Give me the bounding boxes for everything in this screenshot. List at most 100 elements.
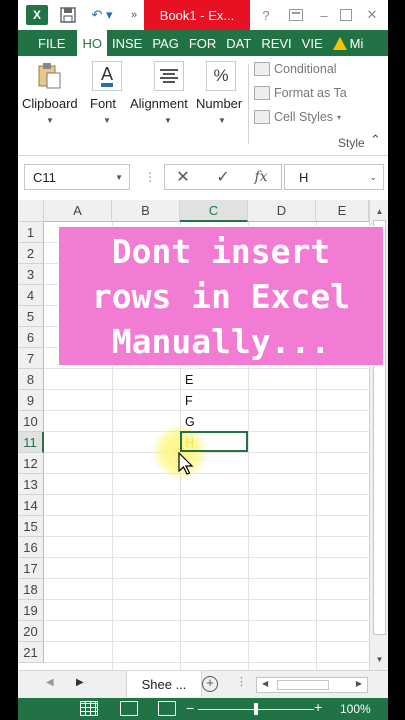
column-header-d[interactable]: D <box>248 200 316 222</box>
normal-view-icon[interactable] <box>80 701 98 716</box>
mouse-pointer-icon <box>178 451 194 481</box>
number-label: Number <box>196 96 243 111</box>
scroll-left-icon[interactable]: ◀ <box>262 679 268 688</box>
row-header-14[interactable]: 14 <box>18 495 44 516</box>
row-header-21[interactable]: 21 <box>18 642 44 663</box>
new-sheet-icon[interactable]: + <box>202 676 218 692</box>
horizontal-scrollbar[interactable]: ◀ ▶ <box>256 677 368 693</box>
column-header-b[interactable]: B <box>112 200 180 222</box>
clipboard-dropdown-icon: ▼ <box>46 116 54 125</box>
name-box-dropdown-icon[interactable]: ▼ <box>115 173 123 182</box>
close-icon[interactable]: ✕ <box>362 5 382 25</box>
sheet-tab[interactable]: Shee ... <box>126 671 202 697</box>
tab-page-layout[interactable]: PAG <box>147 30 184 56</box>
row-header-3[interactable]: 3 <box>18 264 44 285</box>
font-dropdown-icon: ▼ <box>103 116 111 125</box>
row-header-12[interactable]: 12 <box>18 453 44 474</box>
row-header-15[interactable]: 15 <box>18 516 44 537</box>
tab-review[interactable]: REVI <box>256 30 296 56</box>
column-header-c[interactable]: C <box>180 200 248 222</box>
clipboard-label: Clipboard <box>22 96 78 111</box>
format-as-table-icon <box>254 86 270 100</box>
more-options-icon[interactable]: ⋮ <box>236 675 247 688</box>
row-header-11[interactable]: 11 <box>18 432 44 453</box>
cell-c8[interactable]: E <box>180 369 248 390</box>
row-header-9[interactable]: 9 <box>18 390 44 411</box>
row-header-5[interactable]: 5 <box>18 306 44 327</box>
previous-sheet-icon[interactable]: ◀ <box>46 677 54 688</box>
font-group[interactable]: A Font ▼ <box>86 56 132 156</box>
tab-home[interactable]: HO <box>77 30 107 56</box>
zoom-slider-thumb[interactable] <box>254 703 258 715</box>
tab-formulas[interactable]: FOR <box>184 30 221 56</box>
scroll-right-icon[interactable]: ▶ <box>356 679 362 688</box>
page-layout-view-icon[interactable] <box>120 701 138 716</box>
row-header-7[interactable]: 7 <box>18 348 44 369</box>
tab-insert[interactable]: INSE <box>107 30 147 56</box>
tab-view[interactable]: VIE <box>297 30 328 56</box>
styles-group-label: Style <box>338 136 365 150</box>
clipboard-group[interactable]: Clipboard ▼ <box>18 56 84 156</box>
formula-bar: C11 ▼ ⋮ ✕ ✓ fx H ⌄ <box>18 156 388 200</box>
scroll-down-icon[interactable]: ▼ <box>373 652 386 666</box>
tab-account[interactable]: Mi <box>328 30 369 56</box>
formula-input[interactable]: H ⌄ <box>284 164 384 190</box>
undo-icon[interactable]: ↶ ▾ <box>88 5 116 25</box>
name-box[interactable]: C11 ▼ <box>24 164 130 190</box>
row-gridline <box>44 578 369 579</box>
customize-toolbar-icon[interactable]: » <box>126 5 142 25</box>
insert-function-icon[interactable]: fx <box>246 164 276 190</box>
active-cell-border[interactable] <box>180 431 248 452</box>
row-header-2[interactable]: 2 <box>18 243 44 264</box>
row-header-17[interactable]: 17 <box>18 558 44 579</box>
zoom-in-icon[interactable]: + <box>314 699 322 715</box>
zoom-out-icon[interactable]: − <box>186 700 194 716</box>
minimize-icon[interactable]: – <box>316 5 332 25</box>
row-header-1[interactable]: 1 <box>18 222 44 243</box>
row-header-10[interactable]: 10 <box>18 411 44 432</box>
next-sheet-icon[interactable]: ▶ <box>76 677 84 688</box>
help-icon[interactable]: ? <box>258 5 274 25</box>
ribbon-display-icon[interactable] <box>288 5 304 25</box>
column-header-e[interactable]: E <box>316 200 369 222</box>
row-gridline <box>44 494 369 495</box>
sheet-tabs-bar: ◀ ▶ Shee ... + ⋮ ◀ ▶ <box>18 670 388 698</box>
row-header-8[interactable]: 8 <box>18 369 44 390</box>
alignment-label: Alignment <box>130 96 188 111</box>
row-header-6[interactable]: 6 <box>18 327 44 348</box>
row-header-19[interactable]: 19 <box>18 600 44 621</box>
font-color-icon: A <box>92 61 122 91</box>
expand-formula-bar-icon[interactable]: ⌄ <box>369 172 377 183</box>
scroll-up-icon[interactable]: ▲ <box>373 204 386 218</box>
row-header-16[interactable]: 16 <box>18 537 44 558</box>
formula-bar-grip-icon[interactable]: ⋮ <box>144 170 156 184</box>
row-header-18[interactable]: 18 <box>18 579 44 600</box>
cell-styles-button[interactable]: Cell Styles ▾ <box>254 110 341 124</box>
cell-styles-label: Cell Styles <box>274 110 334 124</box>
alignment-group[interactable]: Alignment ▼ <box>130 56 206 156</box>
tab-file[interactable]: FILE <box>18 30 77 56</box>
row-gridline <box>44 599 369 600</box>
row-header-20[interactable]: 20 <box>18 621 44 642</box>
title-bar: X ↶ ▾ » Book1 - Ex... ? – ✕ <box>18 0 388 30</box>
row-gridline <box>44 536 369 537</box>
number-group[interactable]: % Number ▼ <box>196 56 252 156</box>
cell-c9[interactable]: F <box>180 390 248 411</box>
collapse-ribbon-icon[interactable]: ⌃ <box>370 132 381 148</box>
row-header-4[interactable]: 4 <box>18 285 44 306</box>
save-icon[interactable] <box>58 5 78 25</box>
zoom-level[interactable]: 100% <box>340 702 371 716</box>
clipboard-icon <box>34 61 64 91</box>
tab-data[interactable]: DAT <box>221 30 256 56</box>
conditional-formatting-button[interactable]: Conditional <box>254 62 337 76</box>
cancel-entry-icon[interactable]: ✕ <box>168 164 198 190</box>
maximize-icon[interactable] <box>338 5 354 25</box>
row-gridline <box>44 620 369 621</box>
row-header-13[interactable]: 13 <box>18 474 44 495</box>
select-all-corner[interactable] <box>18 200 44 222</box>
horizontal-scroll-thumb[interactable] <box>277 680 329 690</box>
format-as-table-button[interactable]: Format as Ta <box>254 86 347 100</box>
enter-entry-icon[interactable]: ✓ <box>208 164 238 190</box>
column-header-a[interactable]: A <box>44 200 112 222</box>
page-break-view-icon[interactable] <box>158 701 176 716</box>
